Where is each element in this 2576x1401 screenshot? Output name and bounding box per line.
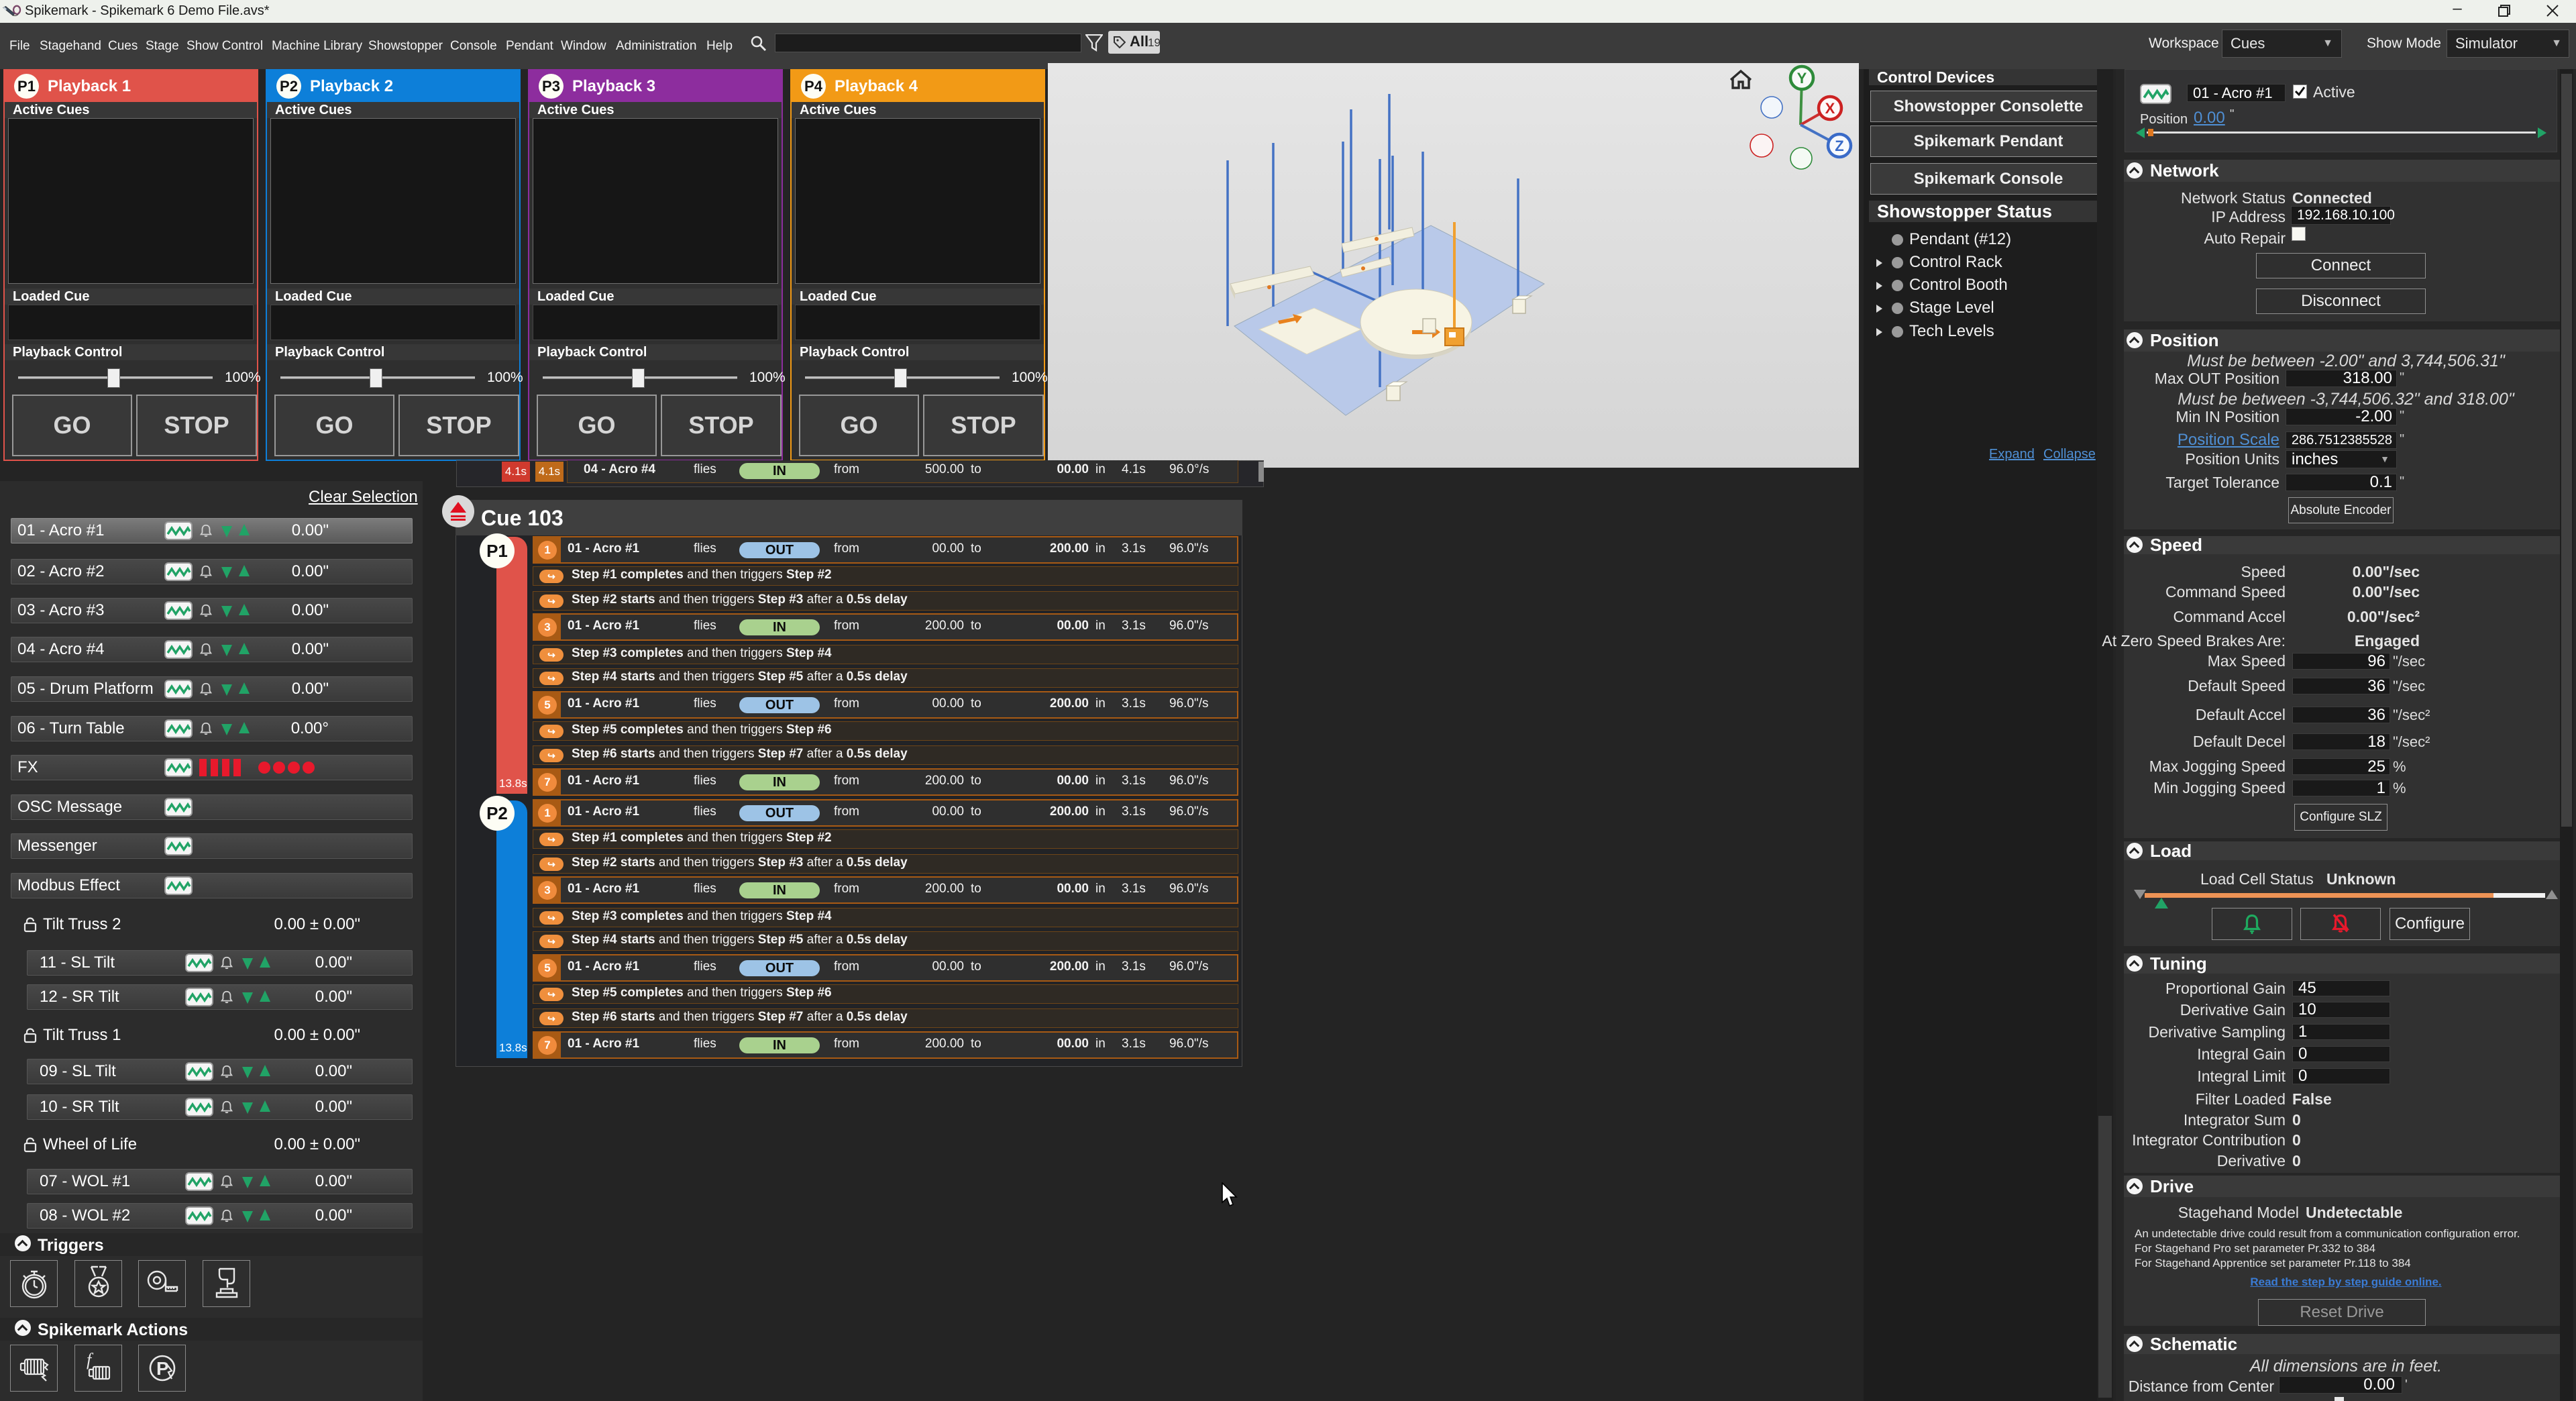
svg-text:Z: Z [1835,138,1843,154]
svg-text:P: P [156,1358,169,1379]
svg-text:f: f [87,1351,94,1369]
svg-text:Y: Y [1797,70,1807,87]
svg-text:X: X [1825,100,1835,117]
